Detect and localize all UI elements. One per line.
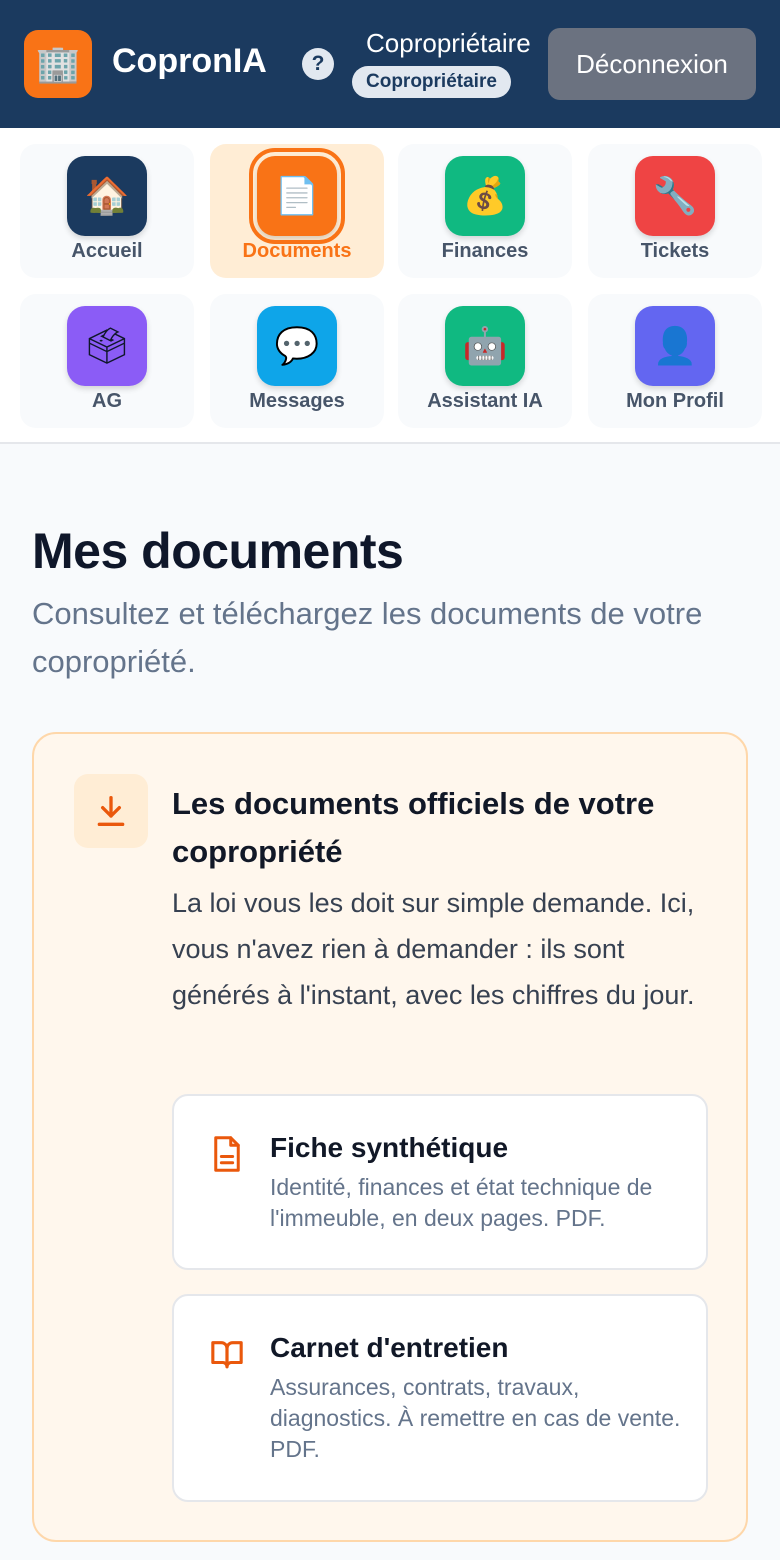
nav-label: Finances — [441, 240, 529, 262]
carnet-entretien-button[interactable]: Carnet d'entretien Assurances, contrats,… — [172, 1294, 708, 1502]
nav-label: Assistant IA — [427, 390, 543, 412]
house-icon: 🏠 — [67, 156, 147, 236]
nav-item-documents[interactable]: 📄 Documents — [210, 144, 384, 278]
nav-item-finances[interactable]: 💰 Finances — [398, 144, 572, 278]
open-book-icon — [210, 1334, 244, 1374]
user-name: Copropriétaire — [366, 28, 531, 58]
building-icon[interactable]: 🏢 — [24, 30, 92, 98]
user-icon: 👤 — [635, 306, 715, 386]
role-badge: Copropriétaire — [352, 66, 511, 98]
nav-label: Documents — [242, 240, 352, 262]
nav-item-tickets[interactable]: 🔧 Tickets — [588, 144, 762, 278]
official-documents-card: Les documents officiels de votre copropr… — [32, 732, 748, 1542]
nav-label: Messages — [249, 390, 345, 412]
nav-label: Accueil — [71, 240, 143, 262]
robot-icon: 🤖 — [445, 306, 525, 386]
speech-bubble-icon: 💬 — [257, 306, 337, 386]
nav-item-ag[interactable]: 🗳 AG — [20, 294, 194, 428]
nav-item-assistant-ia[interactable]: 🤖 Assistant IA — [398, 294, 572, 428]
page-title: Mes documents — [32, 523, 404, 579]
nav-label: Tickets — [640, 240, 710, 262]
ballot-box-icon: 🗳 — [67, 306, 147, 386]
doc-description: Assurances, contrats, travaux, diagnosti… — [270, 1374, 681, 1462]
file-text-icon — [210, 1134, 244, 1174]
doc-title: Carnet d'entretien — [270, 1332, 509, 1363]
nav-item-mon-profil[interactable]: 👤 Mon Profil — [588, 294, 762, 428]
fiche-synthetique-button[interactable]: Fiche synthétique Identité, finances et … — [172, 1094, 708, 1270]
doc-title: Fiche synthétique — [270, 1132, 509, 1163]
help-icon[interactable]: ? — [302, 48, 334, 80]
nav-item-messages[interactable]: 💬 Messages — [210, 294, 384, 428]
page-subtitle: Consultez et téléchargez les documents d… — [32, 596, 703, 679]
nav-label: Mon Profil — [626, 390, 724, 412]
money-bag-icon: 💰 — [445, 156, 525, 236]
download-icon — [74, 774, 148, 848]
logout-button[interactable]: Déconnexion — [548, 28, 756, 100]
card-description: La loi vous les doit sur simple demande.… — [172, 888, 695, 1010]
nav-item-accueil[interactable]: 🏠 Accueil — [20, 144, 194, 278]
document-icon: 📄 — [249, 148, 345, 244]
wrench-icon: 🔧 — [635, 156, 715, 236]
nav-label: AG — [92, 390, 122, 412]
card-title: Les documents officiels de votre copropr… — [172, 786, 655, 869]
app-header: 🏢 CopronIA ? Copropriétaire Copropriétai… — [0, 0, 780, 128]
brand-name[interactable]: CopronIA — [112, 42, 267, 81]
main-nav: 🏠 Accueil 📄 Documents 💰 Finances 🔧 Ticke… — [0, 128, 780, 444]
doc-description: Identité, finances et état technique de … — [270, 1174, 653, 1231]
